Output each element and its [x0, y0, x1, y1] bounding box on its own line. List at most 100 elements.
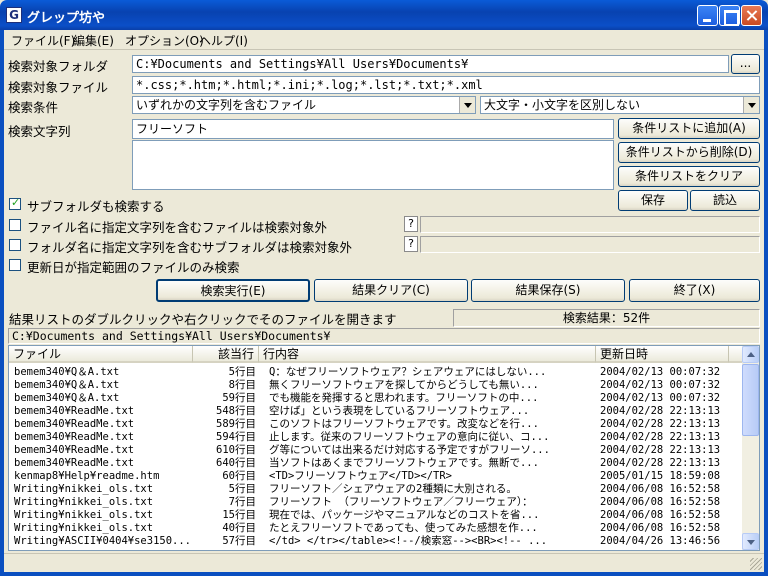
results-hint: 結果リストのダブルクリックや右クリックでそのファイルを開きます	[9, 312, 397, 327]
row-date: 2004/02/13 00:07:32	[600, 392, 721, 404]
row-date: 2004/02/28 22:13:13	[600, 405, 721, 417]
date-range-label: 更新日が指定範囲のファイルのみ検索	[27, 260, 240, 275]
table-row[interactable]: bemem340¥Q＆A.txt 59行目 でも機能を発揮すると思われます。フリーソ…	[9, 392, 744, 405]
menu-options[interactable]: オプション(O)	[125, 32, 204, 49]
minimize-button[interactable]	[697, 5, 718, 26]
row-date: 2004/06/08 16:52:58	[600, 509, 721, 521]
chevron-down-icon[interactable]	[743, 97, 759, 113]
maximize-button[interactable]	[719, 5, 740, 26]
row-date: 2004/02/13 00:07:32	[600, 379, 721, 391]
table-row[interactable]: bemem340¥ReadMe.txt 610行目 グ等については出来るだけ対応する…	[9, 444, 744, 457]
table-row[interactable]: Writing¥nikkei_ols.txt 7行目 フリーソフト （フリーソフトウ…	[9, 496, 744, 509]
subfolder-checkbox[interactable]	[9, 196, 21, 210]
clear-conditions-button[interactable]: 条件リストをクリア	[618, 166, 760, 187]
row-file: Writing¥nikkei_ols.txt	[14, 483, 154, 495]
column-header-content[interactable]: 行内容	[259, 346, 596, 363]
column-header-date[interactable]: 更新日時	[596, 346, 729, 363]
title-bar[interactable]: G グレップ坊や	[0, 0, 768, 30]
close-button[interactable]	[741, 5, 762, 26]
table-row[interactable]: kenmap8¥Help¥readme.htm 60行目 <TD>フリーソフトウェア…	[9, 470, 744, 483]
exclude-file-help[interactable]: ?	[404, 216, 418, 232]
table-row[interactable]: bemem340¥ReadMe.txt 548行目 空けば」という表現をしているフリ…	[9, 405, 744, 418]
row-content: 止します。従来のフリーソフトウェアの意向に従い、コ...	[269, 431, 550, 443]
resize-grip-icon[interactable]	[750, 558, 762, 570]
exclude-folder-label: フォルダ名に指定文字列を含むサブフォルダは検索対象外	[27, 240, 353, 255]
menu-file[interactable]: ファイル(F)	[11, 32, 75, 49]
condition-list[interactable]	[132, 140, 614, 190]
browse-button[interactable]: ...	[731, 54, 760, 74]
chevron-down-icon[interactable]	[459, 97, 475, 113]
row-line-number: 57行目	[222, 535, 256, 547]
save-conditions-button[interactable]: 保存	[618, 190, 688, 211]
remove-condition-button[interactable]: 条件リストから削除(D)	[618, 142, 760, 163]
table-row[interactable]: bemem340¥ReadMe.txt 589行目 このソフトはフリーソフトウェアで…	[9, 418, 744, 431]
table-row[interactable]: bemem340¥Q＆A.txt 5行目 Q：なぜフリーソフトウェア？シェアウェアに…	[9, 366, 744, 379]
scroll-down-icon[interactable]	[742, 533, 759, 550]
case-select[interactable]: 大文字・小文字を区別しない	[480, 96, 760, 114]
row-content: グ等については出来るだけ対応する予定ですがフリーソ...	[269, 444, 550, 456]
exclude-folder-input[interactable]	[420, 236, 760, 253]
column-header-file[interactable]: ファイル	[9, 346, 193, 363]
row-date: 2004/02/13 00:07:32	[600, 366, 721, 378]
row-file: kenmap8¥Help¥readme.htm	[14, 470, 160, 482]
add-condition-button[interactable]: 条件リストに追加(A)	[618, 118, 760, 139]
date-range-checkbox[interactable]	[9, 259, 21, 271]
row-date: 2004/06/08 16:52:58	[600, 496, 721, 508]
row-file: bemem340¥Q＆A.txt	[14, 379, 120, 391]
table-row[interactable]: bemem340¥ReadMe.txt 640行目 当ソフトはあくまでフリーソフトウ…	[9, 457, 744, 470]
exclude-file-label: ファイル名に指定文字列を含むファイルは検索対象外	[27, 220, 328, 235]
search-input[interactable]: フリーソフト	[132, 119, 614, 139]
row-date: 2004/06/08 16:52:58	[600, 522, 721, 534]
row-line-number: 60行目	[222, 470, 256, 482]
row-file: bemem340¥ReadMe.txt	[14, 444, 135, 456]
row-line-number: 40行目	[222, 522, 256, 534]
exclude-file-input[interactable]	[420, 216, 760, 233]
condition-select[interactable]: いずれかの文字列を含むファイル	[132, 96, 476, 114]
row-date: 2005/01/15 18:59:08	[600, 470, 721, 482]
row-date: 2004/02/28 22:13:13	[600, 431, 721, 443]
table-row[interactable]: Writing¥nikkei_ols.txt 5行目 フリーソフト／シェアウェアの2…	[9, 483, 744, 496]
files-input[interactable]: *.css;*.htm;*.html;*.ini;*.log;*.lst;*.t…	[132, 76, 760, 94]
row-content: 当ソフトはあくまでフリーソフトウェアです。無断で...	[269, 457, 539, 469]
folder-label: 検索対象フォルダ	[8, 59, 109, 74]
scroll-thumb[interactable]	[742, 364, 759, 436]
row-file: bemem340¥Q＆A.txt	[14, 392, 120, 404]
table-row[interactable]: Writing¥nikkei_ols.txt 15行目 現在では、パッケージやマニュ…	[9, 509, 744, 522]
row-date: 2004/02/28 22:13:13	[600, 418, 721, 430]
folder-input[interactable]: C:¥Documents and Settings¥All Users¥Docu…	[132, 55, 729, 73]
row-file: Writing¥nikkei_ols.txt	[14, 509, 154, 521]
table-row[interactable]: bemem340¥Q＆A.txt 8行目 無くフリーソフトウェアを探してからどうして…	[9, 379, 744, 392]
row-content: たとえフリーソフトであっても、使ってみた感想を作...	[269, 522, 538, 534]
exclude-folder-help[interactable]: ?	[404, 236, 418, 252]
row-line-number: 5行目	[228, 366, 256, 378]
save-results-button[interactable]: 結果保存(S)	[471, 279, 625, 302]
exclude-folder-checkbox[interactable]	[9, 239, 21, 251]
column-header-line[interactable]: 該当行	[193, 346, 259, 363]
results-list[interactable]: ファイル 該当行 行内容 更新日時 bemem340¥Q＆A.txt 5行目 Q：な…	[8, 345, 760, 551]
menu-edit[interactable]: 編集(E)	[73, 32, 114, 49]
row-content: このソフトはフリーソフトウェアです。改変などを行...	[269, 418, 539, 430]
load-conditions-button[interactable]: 読込	[690, 190, 760, 211]
row-file: bemem340¥ReadMe.txt	[14, 431, 135, 443]
row-line-number: 548行目	[216, 405, 256, 417]
search-label: 検索文字列	[8, 124, 71, 139]
vertical-scrollbar[interactable]	[742, 346, 759, 550]
row-file: bemem340¥ReadMe.txt	[14, 418, 135, 430]
menu-help[interactable]: ヘルプ(I)	[199, 32, 248, 49]
files-label: 検索対象ファイル	[8, 80, 109, 95]
table-row[interactable]: Writing¥ASCII¥0404¥se3150... 57行目 </td> </…	[9, 535, 744, 548]
row-line-number: 15行目	[222, 509, 256, 521]
run-search-button[interactable]: 検索実行(E)	[156, 279, 310, 302]
row-content: フリーソフト／シェアウェアの2種類に大別される。	[269, 483, 517, 495]
row-file: Writing¥nikkei_ols.txt	[14, 496, 154, 508]
table-row[interactable]: Writing¥nikkei_ols.txt 40行目 たとえフリーソフトであっても…	[9, 522, 744, 535]
clear-results-button[interactable]: 結果クリア(C)	[314, 279, 468, 302]
row-content: Q：なぜフリーソフトウェア？シェアウェアにはしない...	[269, 366, 547, 378]
results-path: C:¥Documents and Settings¥All Users¥Docu…	[8, 328, 760, 344]
exit-button[interactable]: 終了(X)	[629, 279, 760, 302]
scroll-up-icon[interactable]	[742, 346, 759, 363]
row-date: 2004/06/08 16:52:58	[600, 483, 721, 495]
table-row[interactable]: bemem340¥ReadMe.txt 594行目 止します。従来のフリーソフトウェ…	[9, 431, 744, 444]
row-date: 2004/04/26 13:46:56	[600, 535, 721, 547]
exclude-file-checkbox[interactable]	[9, 219, 21, 231]
